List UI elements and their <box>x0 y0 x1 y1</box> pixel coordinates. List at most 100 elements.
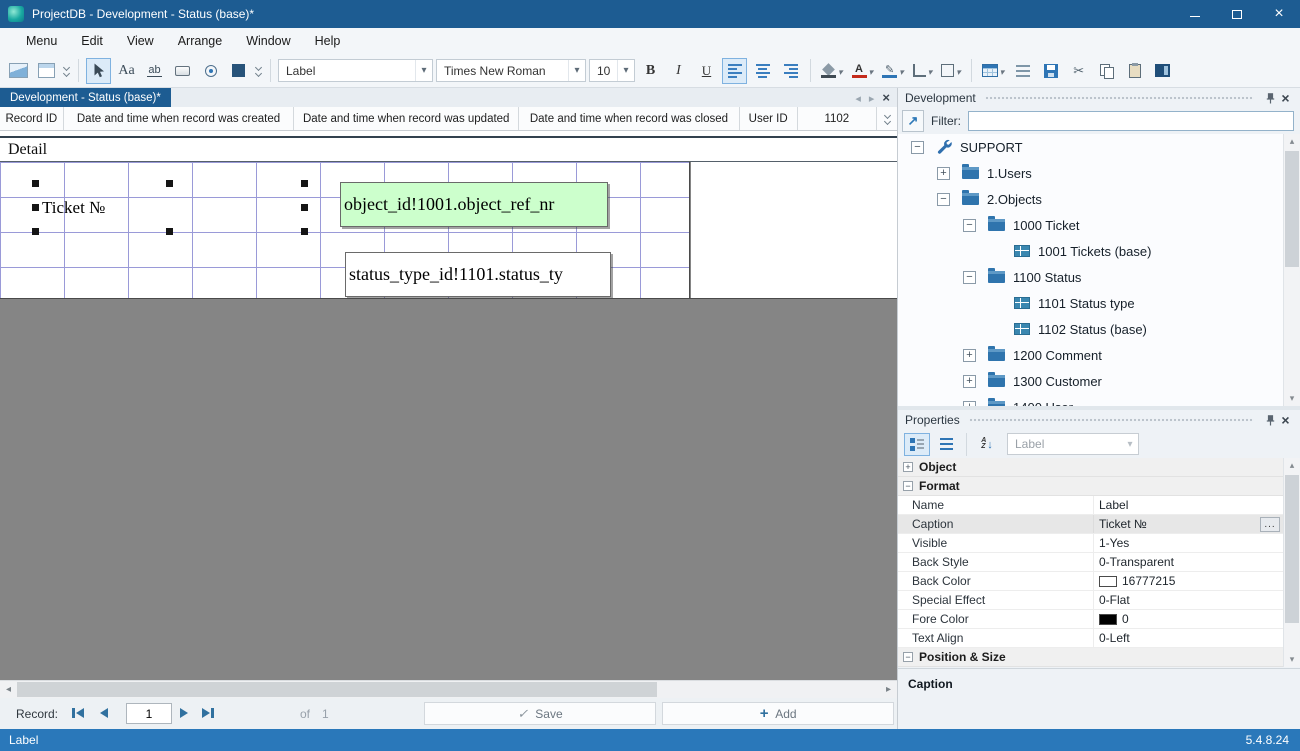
tab-development-status-base[interactable]: Development - Status (base)* <box>0 88 171 107</box>
form-button[interactable] <box>34 58 59 84</box>
tree-scrollbar[interactable] <box>1283 134 1300 406</box>
tree-item-2objects[interactable]: − 2.Objects <box>898 186 1283 212</box>
collapse-icon[interactable]: − <box>911 141 924 154</box>
field-list-button[interactable] <box>1010 58 1035 84</box>
label-tool-button[interactable] <box>114 58 139 84</box>
tree-item-1400[interactable]: + 1400 User <box>898 394 1283 406</box>
tree-item-1200-comment[interactable]: + 1200 Comment <box>898 342 1283 368</box>
align-center-button[interactable] <box>750 58 775 84</box>
cut-button[interactable] <box>1066 58 1091 84</box>
tree-item-support[interactable]: − SUPPORT <box>898 134 1283 160</box>
collapse-icon[interactable]: − <box>963 271 976 284</box>
property-value[interactable]: Label <box>1099 498 1128 512</box>
close-panel-button[interactable] <box>1278 412 1293 428</box>
scroll-thumb[interactable] <box>17 682 657 697</box>
collapse-icon[interactable]: − <box>963 219 976 232</box>
border-color-button[interactable] <box>879 58 907 84</box>
scroll-down-arrow[interactable] <box>1284 652 1300 667</box>
selection-handle[interactable] <box>32 180 39 187</box>
field-updated[interactable]: Date and time when record was updated <box>294 107 519 130</box>
panel-grip[interactable] <box>969 418 1254 422</box>
object-id-textbox[interactable]: object_id!1001.object_ref_nr <box>340 182 608 227</box>
scroll-up-arrow[interactable] <box>1284 134 1300 149</box>
field-created[interactable]: Date and time when record was created <box>64 107 295 130</box>
group-overflow-icon[interactable] <box>62 65 71 76</box>
property-row-special-effect[interactable]: Special Effect 0-Flat <box>898 591 1283 610</box>
select-tool-button[interactable] <box>86 58 111 84</box>
scroll-up-arrow[interactable] <box>1284 458 1300 473</box>
record-prev-button[interactable] <box>100 706 108 720</box>
selection-handle[interactable] <box>301 228 308 235</box>
tab-close-button[interactable] <box>882 90 890 105</box>
alphabetical-view-button[interactable] <box>933 433 959 456</box>
font-family-select[interactable]: Times New Roman <box>436 59 586 82</box>
object-selector[interactable]: Label <box>1007 433 1139 455</box>
form-grid[interactable]: Ticket № object_id!1001.object_ref_nr st… <box>0 162 690 298</box>
save-icon-button[interactable] <box>1038 58 1063 84</box>
menu-item-help[interactable]: Help <box>303 34 353 48</box>
tree-item-1102-status-base[interactable]: 1102 Status (base) <box>898 316 1283 342</box>
field-record-id[interactable]: Record ID <box>0 107 64 130</box>
underline-button[interactable] <box>694 58 719 84</box>
record-next-button[interactable] <box>180 706 188 720</box>
designer-canvas[interactable]: Detail Ticket № object_id!1001.object_re… <box>0 131 897 680</box>
property-value[interactable]: 1-Yes <box>1099 536 1129 550</box>
scroll-left-arrow[interactable] <box>0 681 17 698</box>
style-select[interactable]: Label <box>278 59 433 82</box>
property-value[interactable]: 16777215 <box>1122 574 1175 588</box>
button-tool-button[interactable] <box>170 58 195 84</box>
tree-item-1users[interactable]: + 1.Users <box>898 160 1283 186</box>
property-group-position-size[interactable]: Position & Size <box>898 648 1283 667</box>
property-value[interactable]: 0-Left <box>1099 631 1130 645</box>
menu-item-arrange[interactable]: Arrange <box>166 34 234 48</box>
categorized-view-button[interactable] <box>904 433 930 456</box>
tree-item-1300-customer[interactable]: + 1300 Customer <box>898 368 1283 394</box>
scroll-thumb[interactable] <box>1285 475 1299 623</box>
property-row-back-color[interactable]: Back Color 16777215 <box>898 572 1283 591</box>
selection-handle[interactable] <box>166 180 173 187</box>
add-button[interactable]: Add <box>662 702 894 725</box>
menu-item-window[interactable]: Window <box>234 34 302 48</box>
property-row-name[interactable]: Name Label <box>898 496 1283 515</box>
tree-item-1000-ticket[interactable]: − 1000 Ticket <box>898 212 1283 238</box>
border-style-button[interactable] <box>910 58 936 84</box>
field-1102[interactable]: 1102 <box>798 107 878 130</box>
property-group-object[interactable]: Object <box>898 458 1283 477</box>
close-button[interactable] <box>1258 0 1300 28</box>
field-closed[interactable]: Date and time when record was closed <box>519 107 740 130</box>
scroll-right-arrow[interactable] <box>880 681 897 698</box>
record-last-button[interactable] <box>202 706 214 720</box>
table-button[interactable] <box>979 58 1008 84</box>
collapse-icon[interactable] <box>903 481 913 491</box>
selection-handle[interactable] <box>166 228 173 235</box>
maximize-button[interactable] <box>1216 0 1258 28</box>
section-header-detail[interactable]: Detail <box>0 136 897 162</box>
horizontal-scrollbar[interactable] <box>0 680 897 698</box>
selection-handle[interactable] <box>32 204 39 211</box>
property-row-visible[interactable]: Visible 1-Yes <box>898 534 1283 553</box>
collapse-icon[interactable] <box>903 652 913 662</box>
ticket-label[interactable]: Ticket № <box>36 184 304 231</box>
record-first-button[interactable] <box>72 706 84 720</box>
selection-handle[interactable] <box>301 204 308 211</box>
tab-scroll-left-button[interactable] <box>855 91 861 105</box>
expand-icon[interactable]: + <box>937 167 950 180</box>
align-right-button[interactable] <box>778 58 803 84</box>
menu-item-edit[interactable]: Edit <box>69 34 115 48</box>
expand-icon[interactable]: + <box>963 349 976 362</box>
property-group-format[interactable]: Format <box>898 477 1283 496</box>
border-box-button[interactable] <box>938 58 964 84</box>
copy-button[interactable] <box>1094 58 1119 84</box>
image-tool-button[interactable] <box>226 58 251 84</box>
tree-item-1100-status[interactable]: − 1100 Status <box>898 264 1283 290</box>
scroll-thumb[interactable] <box>1285 151 1299 267</box>
property-row-caption[interactable]: Caption Ticket № ... <box>898 515 1283 534</box>
locate-object-button[interactable] <box>902 110 924 132</box>
status-type-textbox[interactable]: status_type_id!1101.status_ty <box>345 252 611 297</box>
close-panel-button[interactable] <box>1278 90 1293 106</box>
minimize-button[interactable] <box>1174 0 1216 28</box>
tree-item-1001-tickets-base[interactable]: 1001 Tickets (base) <box>898 238 1283 264</box>
pin-icon[interactable] <box>1263 415 1278 426</box>
expand-icon[interactable] <box>903 462 913 472</box>
field-user-id[interactable]: User ID <box>740 107 798 130</box>
